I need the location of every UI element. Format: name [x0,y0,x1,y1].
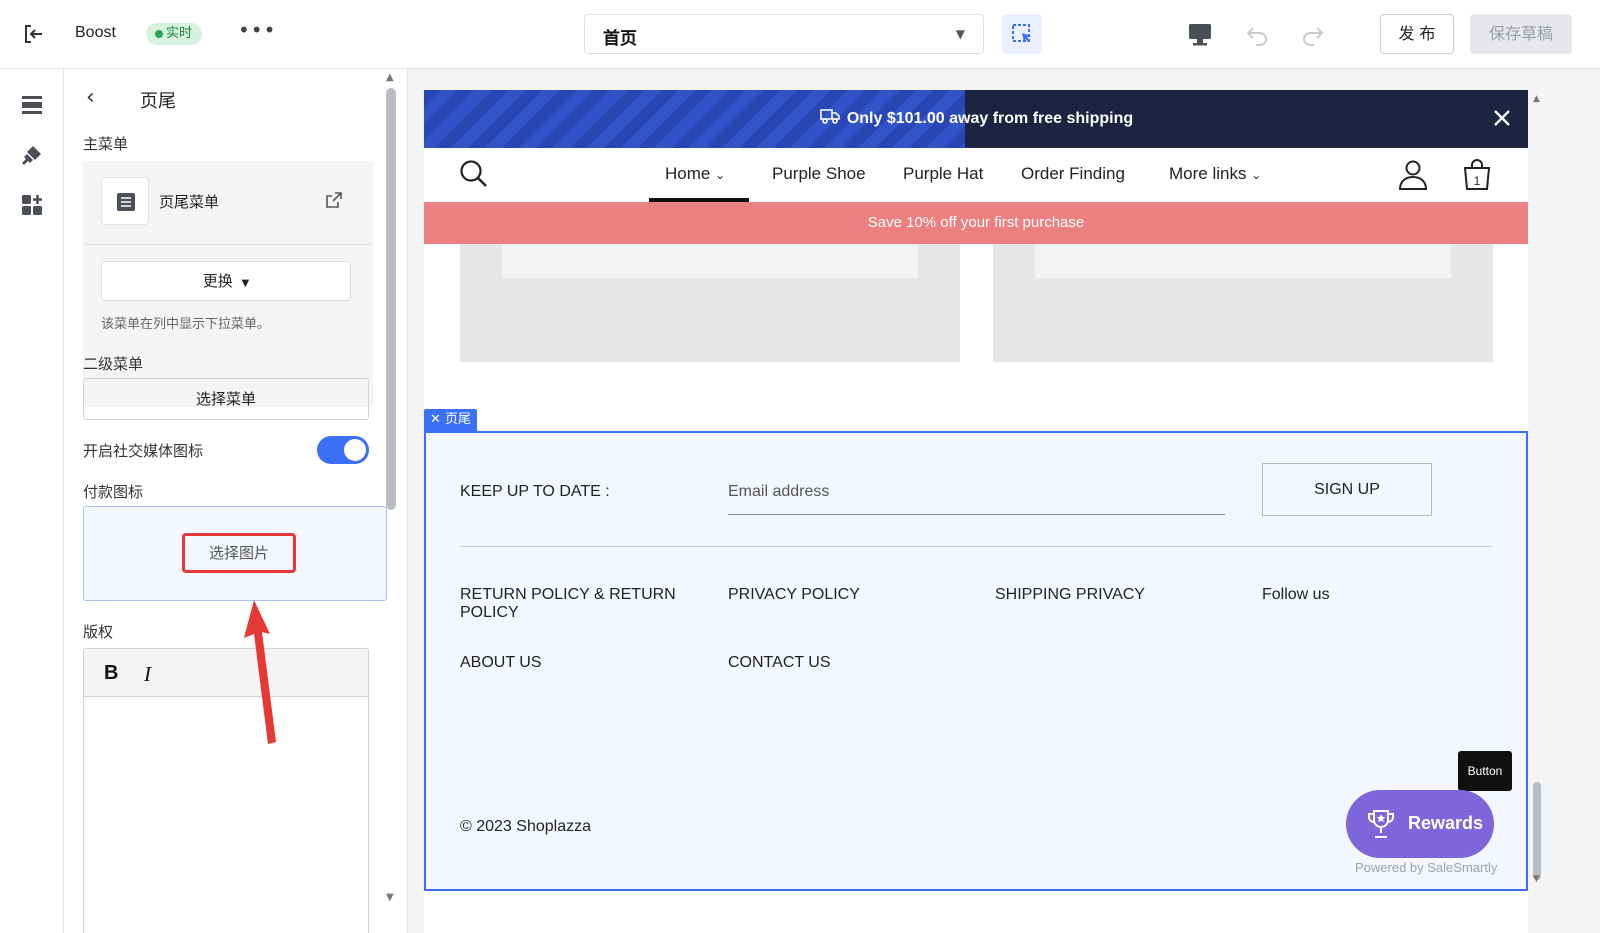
chevron-down-icon: ⌄ [715,168,726,182]
footer-link-about-us[interactable]: ABOUT US [460,654,542,672]
nav-item-order-finding[interactable]: Order Finding [1021,164,1125,184]
trophy-icon [1368,810,1394,838]
nav-item-purple-shoe[interactable]: Purple Shoe [772,164,866,184]
user-icon[interactable] [1396,158,1430,192]
main-menu-name: 页尾菜单 [159,193,220,211]
nav-item-home[interactable]: Home ⌄ [665,164,725,184]
social-icons-toggle[interactable] [317,436,369,464]
email-field[interactable]: Email address [728,483,829,501]
main-menu-label: 主菜单 [83,135,129,153]
preview-scrollbar[interactable] [1533,782,1541,880]
caret-down-icon: ▼ [241,278,250,289]
scroll-up-arrow-icon[interactable]: ▲ [1533,94,1540,104]
change-menu-label: 更换 [202,272,233,290]
rewards-label: Rewards [1408,813,1484,833]
footer-link-contact-us[interactable]: CONTACT US [728,654,831,672]
footer-link-shipping-privacy[interactable]: SHIPPING PRIVACY [995,586,1145,604]
scroll-up-arrow-icon[interactable]: ▲ [386,72,394,83]
powered-by-text: Powered by SaleSmartly [1355,860,1498,875]
chevron-down-icon: ⌄ [1251,168,1262,182]
footer-section-tag[interactable]: ✕ 页尾 [424,409,478,431]
select-menu-button[interactable]: 选择菜单 [83,378,369,420]
cart-count: 1 [1474,174,1481,188]
live-status-badge: 实时 [146,23,203,45]
main-menu-row: 页尾菜单 [83,161,373,245]
desktop-preview-icon[interactable] [1186,20,1214,48]
publish-button[interactable]: 发 布 [1380,14,1454,54]
placeholder-inner [1035,244,1451,278]
theme-brush-icon[interactable] [20,143,44,167]
undo-icon[interactable] [1244,20,1272,48]
sections-icon[interactable] [20,93,44,117]
footer-link-return-policy[interactable]: RETURN POLICY & RETURN POLICY [460,586,700,622]
secondary-menu-label: 二级菜单 [83,355,144,373]
nav-more-label: More links [1169,164,1247,183]
back-chevron-icon[interactable]: ‹ [86,85,95,110]
editor-topbar: Boost 实时 ••• 首页 ▼ 发 布 保存草稿 [0,0,1600,69]
main-menu-hint: 该菜单在列中显示下拉菜单。 [101,317,271,332]
promo-banner[interactable]: Save 10% off your first purchase [424,202,1528,244]
button-tooltip: Button [1458,751,1512,791]
follow-us-heading: Follow us [1262,586,1330,603]
sign-up-button[interactable]: SIGN UP [1262,463,1432,516]
footer-tag-label: 页尾 [445,412,472,427]
nav-home-label: Home [665,164,711,183]
product-placeholder [460,244,960,362]
annotation-arrow-icon [244,600,276,744]
scroll-down-arrow-icon[interactable]: ▼ [1533,874,1540,884]
scroll-down-arrow-icon[interactable]: ▼ [386,892,394,903]
panel-scrollbar[interactable] [386,88,396,510]
placeholder-inner [502,244,918,278]
italic-button[interactable]: I [144,662,151,687]
rewards-button[interactable]: Rewards [1346,790,1494,858]
footer-copyright: © 2023 Shoplazza [460,818,591,835]
apps-icon[interactable] [20,193,44,217]
nav-item-purple-hat[interactable]: Purple Hat [903,164,983,184]
menu-list-icon [101,177,149,225]
social-icons-label: 开启社交媒体图标 [83,442,204,460]
footer-divider [460,546,1492,547]
chevron-down-icon: ▼ [955,27,965,41]
newsletter-label: KEEP UP TO DATE : [460,483,610,500]
save-draft-button[interactable]: 保存草稿 [1470,14,1572,54]
page-selector-value: 首页 [603,29,637,49]
external-link-icon[interactable] [325,191,343,209]
delivery-truck-icon [820,109,840,124]
nav-item-more-links[interactable]: More links ⌄ [1169,164,1261,184]
payment-icons-label: 付款图标 [83,483,144,501]
footer-settings-panel: ‹ 页尾 主菜单 页尾菜单 更换 ▼ 该菜单在列中显示下拉菜单。 二级菜单 选择… [64,69,408,933]
more-icon[interactable]: ••• [238,18,276,42]
left-rail [0,69,64,933]
cart-bag-icon[interactable]: 1 [1460,158,1494,192]
close-icon[interactable]: ✕ [430,412,441,427]
select-element-button[interactable] [1002,14,1042,54]
page-selector[interactable]: 首页 ▼ [584,14,984,54]
exit-icon[interactable] [22,22,46,46]
shipping-text: Only $101.00 away from free shipping [846,110,1134,127]
bold-button[interactable]: B [104,662,118,685]
panel-title: 页尾 [140,91,176,112]
product-placeholder [993,244,1493,362]
redo-icon[interactable] [1298,20,1326,48]
store-preview: Only $101.00 away from free shipping Hom… [424,90,1528,933]
store-name: Boost [75,24,116,41]
select-element-icon [1012,24,1031,42]
email-field-underline [728,514,1225,515]
payment-icons-picker: 选择图片 [83,506,387,601]
close-icon[interactable] [1490,106,1514,130]
copyright-label: 版权 [83,623,114,641]
free-shipping-bar: Only $101.00 away from free shipping [424,90,1528,148]
search-icon[interactable] [458,158,490,190]
select-image-button[interactable]: 选择图片 [182,533,296,573]
shipping-message: Only $101.00 away from free shipping [424,90,1528,148]
footer-link-privacy-policy[interactable]: PRIVACY POLICY [728,586,860,604]
change-menu-button[interactable]: 更换 ▼ [101,261,351,301]
